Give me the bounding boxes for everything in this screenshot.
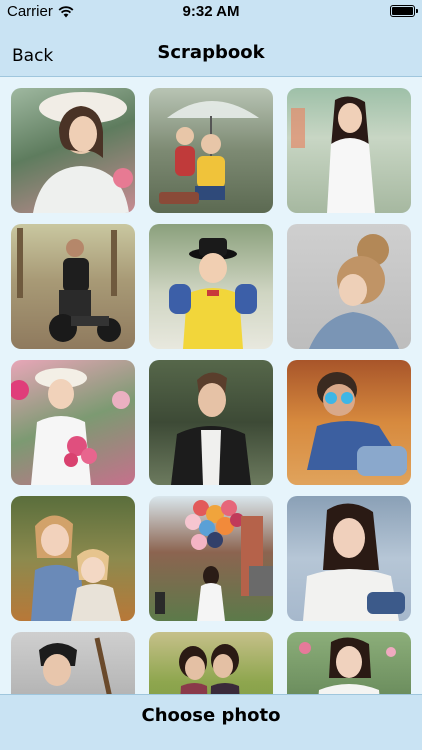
choose-photo-button[interactable]: Choose photo	[0, 705, 422, 726]
photo-grid	[11, 88, 411, 750]
photo-woman-white-hat[interactable]	[11, 88, 135, 213]
photo-girls-hugging[interactable]	[11, 496, 135, 621]
photo-woman-white-hat-image	[33, 92, 133, 213]
navigation-bar: Back Scrapbook	[0, 24, 422, 77]
photo-man-sunglasses-image	[307, 372, 407, 476]
photo-man-leather-jacket[interactable]	[149, 360, 273, 485]
photo-woman-white-shirt[interactable]	[287, 496, 411, 621]
status-bar: Carrier 9:32 AM	[0, 0, 422, 24]
photo-boy-black-hat-image	[169, 238, 257, 349]
photo-woman-white-shirt-image	[303, 503, 405, 621]
battery-icon	[390, 5, 418, 17]
photo-woman-white-ao-dai-image	[291, 96, 375, 213]
photo-man-motorbike[interactable]	[11, 224, 135, 349]
photo-girl-flowers[interactable]	[11, 360, 135, 485]
photo-woman-hair-bun[interactable]	[287, 224, 411, 349]
photo-woman-balloons-image	[155, 500, 273, 621]
photo-children-umbrella-image	[159, 101, 259, 204]
photo-boy-black-hat[interactable]	[149, 224, 273, 349]
photo-woman-hair-bun-image	[309, 234, 399, 349]
page-title: Scrapbook	[157, 42, 265, 63]
bottom-toolbar: Choose photo	[0, 694, 422, 750]
photo-girl-flowers-image	[11, 368, 130, 485]
photo-girls-hugging-image	[31, 515, 121, 621]
photo-woman-balloons[interactable]	[149, 496, 273, 621]
photo-man-sunglasses[interactable]	[287, 360, 411, 485]
photo-man-leather-jacket-image	[171, 372, 251, 485]
photo-children-umbrella[interactable]	[149, 88, 273, 213]
photo-man-motorbike-image	[17, 228, 121, 342]
photo-woman-white-ao-dai[interactable]	[287, 88, 411, 213]
status-time: 9:32 AM	[182, 3, 240, 20]
